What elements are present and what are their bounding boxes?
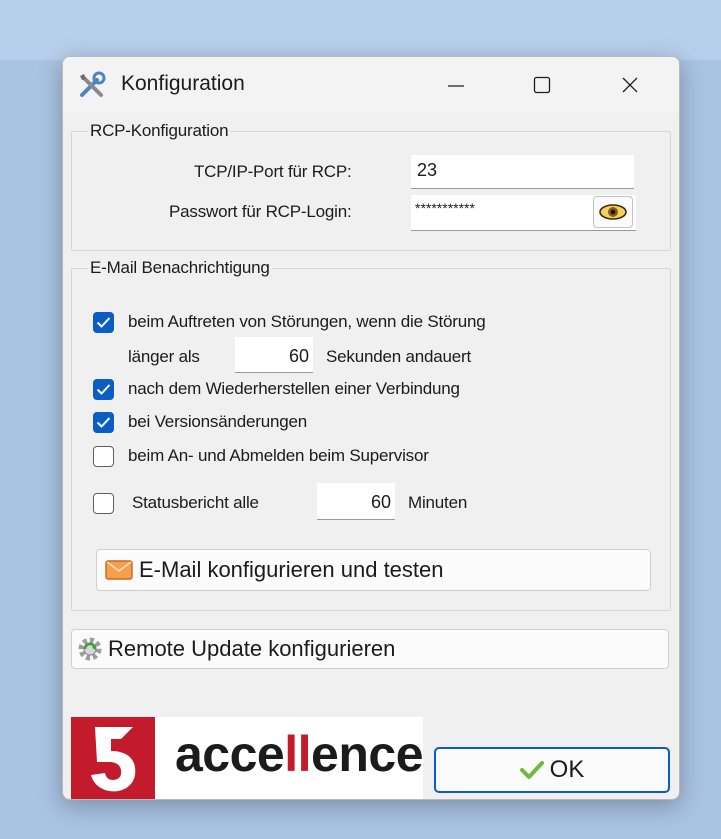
- checkmark-icon: [96, 384, 111, 395]
- checkmark-icon: [96, 417, 111, 428]
- eye-icon: [599, 204, 627, 220]
- checkmark-icon: [519, 760, 544, 780]
- checkmark-icon: [96, 317, 111, 328]
- ok-button[interactable]: OK: [434, 747, 670, 793]
- stoerung-label: beim Auftreten von Störungen, wenn die S…: [128, 312, 486, 331]
- stoerung-checkbox[interactable]: [93, 312, 114, 333]
- verbindung-label: nach dem Wiederherstellen einer Verbindu…: [128, 379, 460, 398]
- port-label: TCP/IP-Port für RCP:: [194, 162, 352, 181]
- show-password-button[interactable]: [593, 196, 633, 228]
- minutes-suffix: Minuten: [408, 493, 468, 512]
- minimize-icon: [448, 85, 464, 87]
- status-label: Statusbericht alle: [132, 493, 259, 512]
- status-checkbox[interactable]: [93, 493, 114, 514]
- accellence-logo: accellence: [71, 717, 423, 799]
- title-bar[interactable]: Konfiguration: [63, 57, 679, 113]
- password-value: ***********: [415, 199, 475, 216]
- email-config-button[interactable]: E-Mail konfigurieren und testen: [96, 549, 651, 591]
- rcp-legend: RCP-Konfiguration: [90, 121, 229, 140]
- minutes-input[interactable]: 60: [317, 483, 395, 520]
- version-checkbox[interactable]: [93, 412, 114, 433]
- config-dialog: Konfiguration RCP-Konfiguration TCP/IP-P…: [62, 56, 680, 800]
- seconds-suffix: Sekunden andauert: [326, 347, 472, 366]
- remote-update-label: Remote Update konfigurieren: [108, 636, 396, 661]
- gear-update-icon: [76, 635, 104, 663]
- accellence-logo-mark: [71, 717, 155, 799]
- port-input[interactable]: 23: [411, 155, 634, 189]
- remote-update-button[interactable]: Remote Update konfigurieren: [71, 629, 669, 669]
- supervisor-label: beim An- und Abmelden beim Supervisor: [128, 446, 429, 465]
- close-button[interactable]: [589, 57, 671, 113]
- maximize-icon: [533, 76, 551, 94]
- version-label: bei Versionsänderungen: [128, 412, 307, 431]
- email-config-label: E-Mail konfigurieren und testen: [139, 557, 444, 582]
- envelope-icon: [105, 560, 133, 580]
- maximize-button[interactable]: [501, 57, 583, 113]
- email-legend: E-Mail Benachrichtigung: [90, 258, 270, 277]
- seconds-input[interactable]: 60: [235, 337, 313, 373]
- minimize-button[interactable]: [415, 57, 497, 113]
- password-label: Passwort für RCP-Login:: [169, 202, 352, 221]
- close-icon: [622, 77, 638, 93]
- tools-icon: [77, 71, 107, 101]
- ok-label: OK: [549, 756, 585, 783]
- window-title: Konfiguration: [121, 72, 245, 95]
- laenger-als-label: länger als: [128, 347, 200, 366]
- verbindung-checkbox[interactable]: [93, 379, 114, 400]
- supervisor-checkbox[interactable]: [93, 446, 114, 467]
- accellence-logo-text: accellence: [175, 726, 423, 782]
- desktop-background: [0, 0, 721, 60]
